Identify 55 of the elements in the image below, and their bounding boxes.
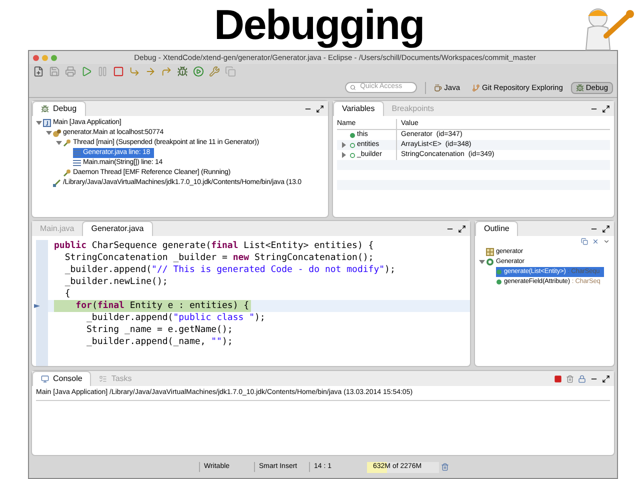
maximize-icon[interactable] (602, 104, 610, 112)
terminate-icon[interactable] (554, 374, 562, 382)
scroll-lock-icon[interactable] (578, 374, 586, 382)
wrench-icon[interactable] (209, 66, 220, 76)
application-icon (43, 119, 51, 127)
step-into-icon[interactable] (129, 66, 140, 76)
clear-console-icon[interactable] (566, 374, 574, 382)
git-branch-icon (472, 84, 480, 92)
code-line: { (64, 288, 70, 300)
view-tab[interactable]: Console (32, 371, 92, 386)
bug-icon (41, 105, 49, 113)
code-line: _builder.append("// This is generated Code - do not modify"); (64, 264, 396, 276)
maximize-icon[interactable] (316, 104, 324, 112)
class-icon (486, 258, 494, 266)
run-icon[interactable] (193, 66, 204, 76)
checklist-icon (99, 374, 108, 382)
down-triangle-icon[interactable] (46, 130, 52, 136)
down-triangle-icon[interactable] (56, 140, 62, 146)
view-tab[interactable]: Variables (333, 101, 384, 116)
stop-icon[interactable] (113, 66, 124, 76)
process-icon (53, 179, 61, 187)
code-line: _builder.append("public class "); (86, 312, 266, 324)
slide-title: Debugging (214, 4, 424, 46)
step-return-icon[interactable] (161, 66, 172, 76)
code-line: _builder.append(_name, ""); (86, 336, 233, 348)
bug-icon (576, 84, 584, 92)
monitor-icon (41, 375, 49, 383)
package-icon (486, 248, 494, 256)
right-triangle-icon[interactable] (341, 152, 347, 158)
view-tab[interactable]: Generator.java (82, 221, 153, 236)
coffee-cup-icon (434, 84, 442, 92)
view-tab[interactable]: Outline (475, 221, 518, 236)
stack-frame-icon (73, 159, 81, 167)
thread-icon (63, 139, 71, 147)
thread-icon (63, 169, 71, 177)
down-triangle-icon[interactable] (36, 120, 42, 126)
maximize-icon[interactable] (602, 374, 610, 382)
search-icon (350, 84, 356, 91)
garbage-collect-icon[interactable] (441, 463, 449, 471)
resume-icon[interactable] (81, 66, 92, 76)
maximize-icon[interactable] (458, 224, 466, 232)
maximize-icon[interactable] (602, 224, 610, 232)
new-file-icon[interactable] (33, 66, 44, 76)
instruction-pointer-icon (34, 303, 40, 309)
step-over-icon[interactable] (145, 66, 156, 76)
code-line: _builder.newLine(); (64, 276, 168, 288)
down-triangle-icon[interactable] (479, 259, 485, 265)
code-line: StringConcatenation _builder = new StringConcatenation(); (64, 252, 374, 264)
code-line: String _name = e.getName(); (86, 324, 233, 336)
stack-frame-icon (73, 149, 81, 157)
code-line: public CharSequence generate(final List<Entity> entities) { (54, 240, 374, 252)
right-triangle-icon[interactable] (341, 142, 347, 148)
view-tab[interactable]: Debug (32, 101, 86, 116)
view-menu-icon[interactable] (603, 238, 610, 245)
bug-icon[interactable] (177, 66, 188, 76)
